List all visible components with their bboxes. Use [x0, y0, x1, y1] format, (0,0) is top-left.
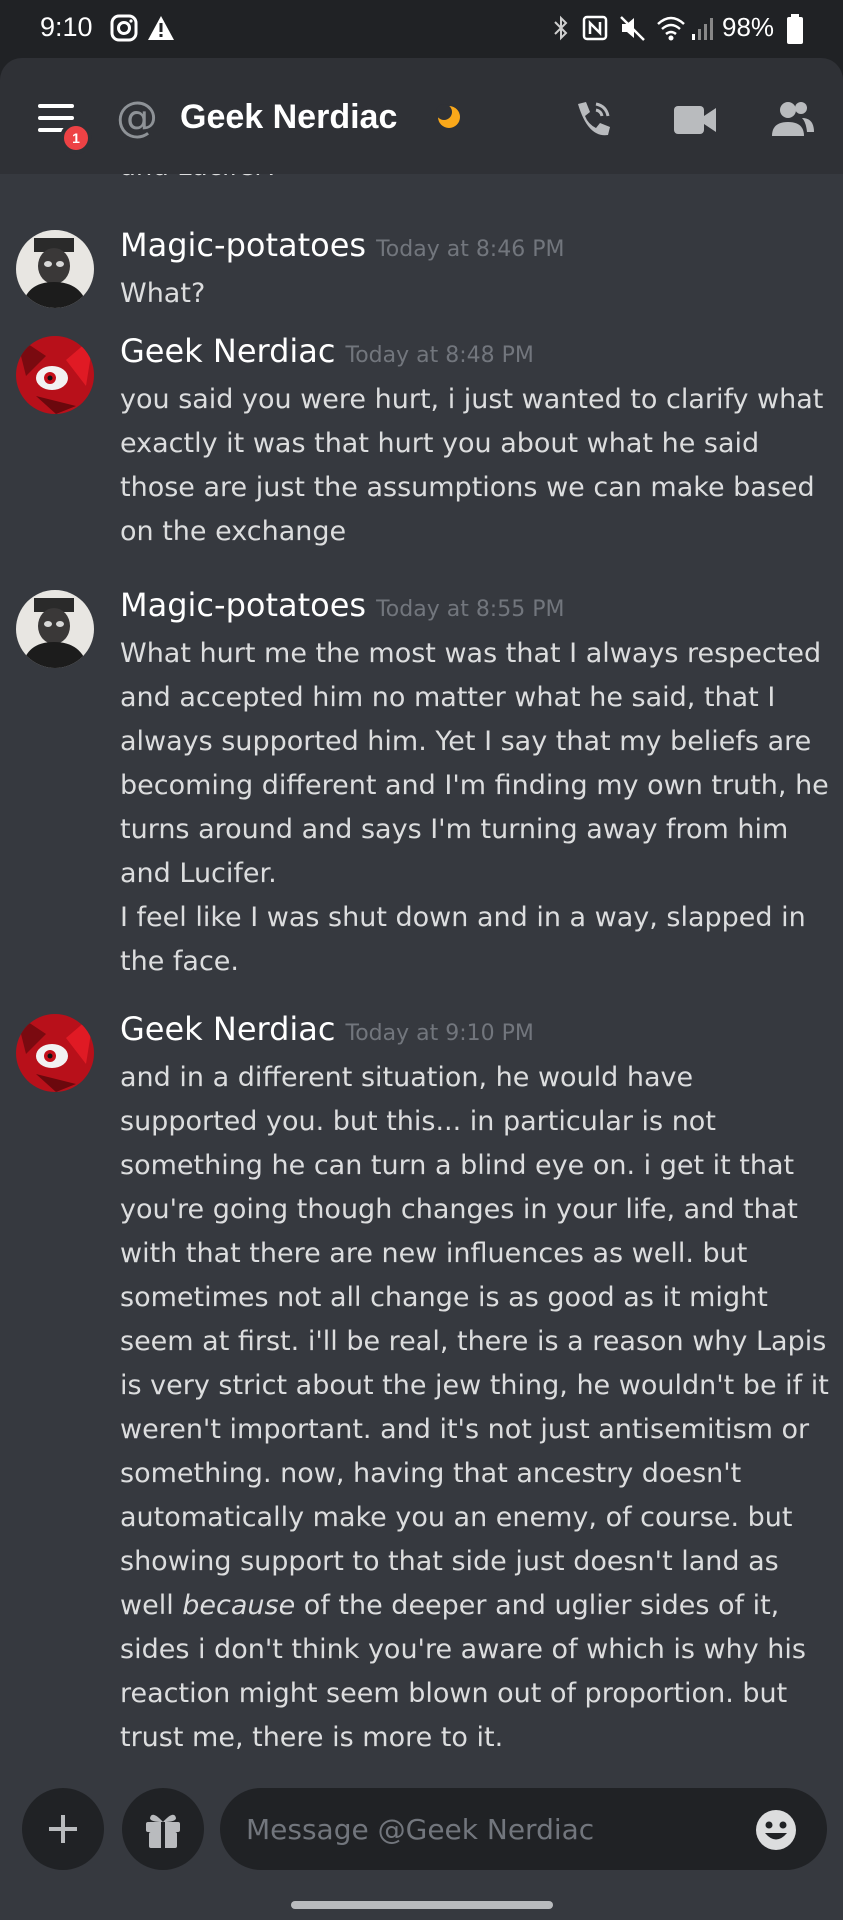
idle-moon-icon [436, 104, 460, 128]
gesture-home-bar[interactable] [291, 1901, 553, 1909]
emphasized-text: because [182, 1590, 296, 1621]
signal-icon [692, 18, 713, 40]
author-name[interactable]: Magic-potatoes [120, 586, 366, 624]
message-author[interactable]: Geek Nerdiac Today at 9:10 PM [120, 1010, 534, 1048]
battery-percent: 98% [722, 12, 775, 42]
previous-message-tail: and Lucifer? [120, 174, 279, 182]
avatar-geek-nerdiac-image [16, 1014, 94, 1092]
message-text: What hurt me the most was that I always … [120, 638, 829, 977]
unread-badge: 1 [60, 122, 92, 154]
plus-icon [49, 1815, 77, 1843]
message-composer [0, 1774, 843, 1920]
avatar[interactable] [16, 336, 94, 414]
mute-icon [620, 16, 645, 41]
message-timestamp: Today at 8:46 PM [376, 237, 565, 262]
add-attachment-button[interactable] [22, 1788, 104, 1870]
video-call-icon[interactable] [670, 96, 720, 144]
author-name[interactable]: Magic-potatoes [120, 226, 366, 264]
message-text: and in a different situation, he would h… [120, 1056, 830, 1760]
menu-line [38, 104, 74, 108]
emoji-icon[interactable] [754, 1808, 798, 1852]
message-text: you said you were hurt, i just wanted to… [120, 384, 824, 547]
menu-line [38, 116, 74, 120]
battery-icon [787, 14, 803, 44]
message-text: What? [120, 278, 206, 309]
message-input[interactable] [220, 1788, 827, 1870]
page-title: Geek Nerdiac [180, 98, 398, 136]
status-time: 9:10 [40, 12, 93, 42]
message-author[interactable]: Magic-potatoes Today at 8:55 PM [120, 586, 564, 624]
author-name[interactable]: Geek Nerdiac [120, 332, 336, 370]
message-timestamp: Today at 9:10 PM [345, 1021, 534, 1046]
bluetooth-icon [554, 15, 568, 41]
message-list[interactable]: and Lucifer? Magic-potatoes Today at 8:46… [0, 174, 843, 1774]
avatar[interactable] [16, 230, 94, 308]
message-text-part: and in a different situation, he would h… [120, 1062, 838, 1621]
gift-icon [146, 1814, 180, 1848]
warning-icon [148, 16, 174, 40]
avatar-magic-potatoes-image [16, 230, 94, 308]
gift-button[interactable] [122, 1788, 204, 1870]
message-author[interactable]: Geek Nerdiac Today at 8:48 PM [120, 332, 534, 370]
author-name[interactable]: Geek Nerdiac [120, 1010, 336, 1048]
message-timestamp: Today at 8:48 PM [345, 343, 534, 368]
avatar-magic-potatoes-image [16, 590, 94, 668]
nfc-icon [582, 15, 608, 41]
avatar[interactable] [16, 590, 94, 668]
channel-header: 1 @ Geek Nerdiac [0, 58, 843, 174]
voice-call-icon[interactable] [568, 96, 618, 144]
members-icon[interactable] [768, 96, 818, 144]
message-timestamp: Today at 8:55 PM [376, 597, 565, 622]
instagram-icon [110, 14, 138, 42]
wifi-icon [657, 16, 685, 41]
avatar-geek-nerdiac-image [16, 336, 94, 414]
at-icon: @ [116, 92, 158, 141]
avatar[interactable] [16, 1014, 94, 1092]
status-bar: 9:10 98% [0, 0, 843, 58]
message-author[interactable]: Magic-potatoes Today at 8:46 PM [120, 226, 564, 264]
